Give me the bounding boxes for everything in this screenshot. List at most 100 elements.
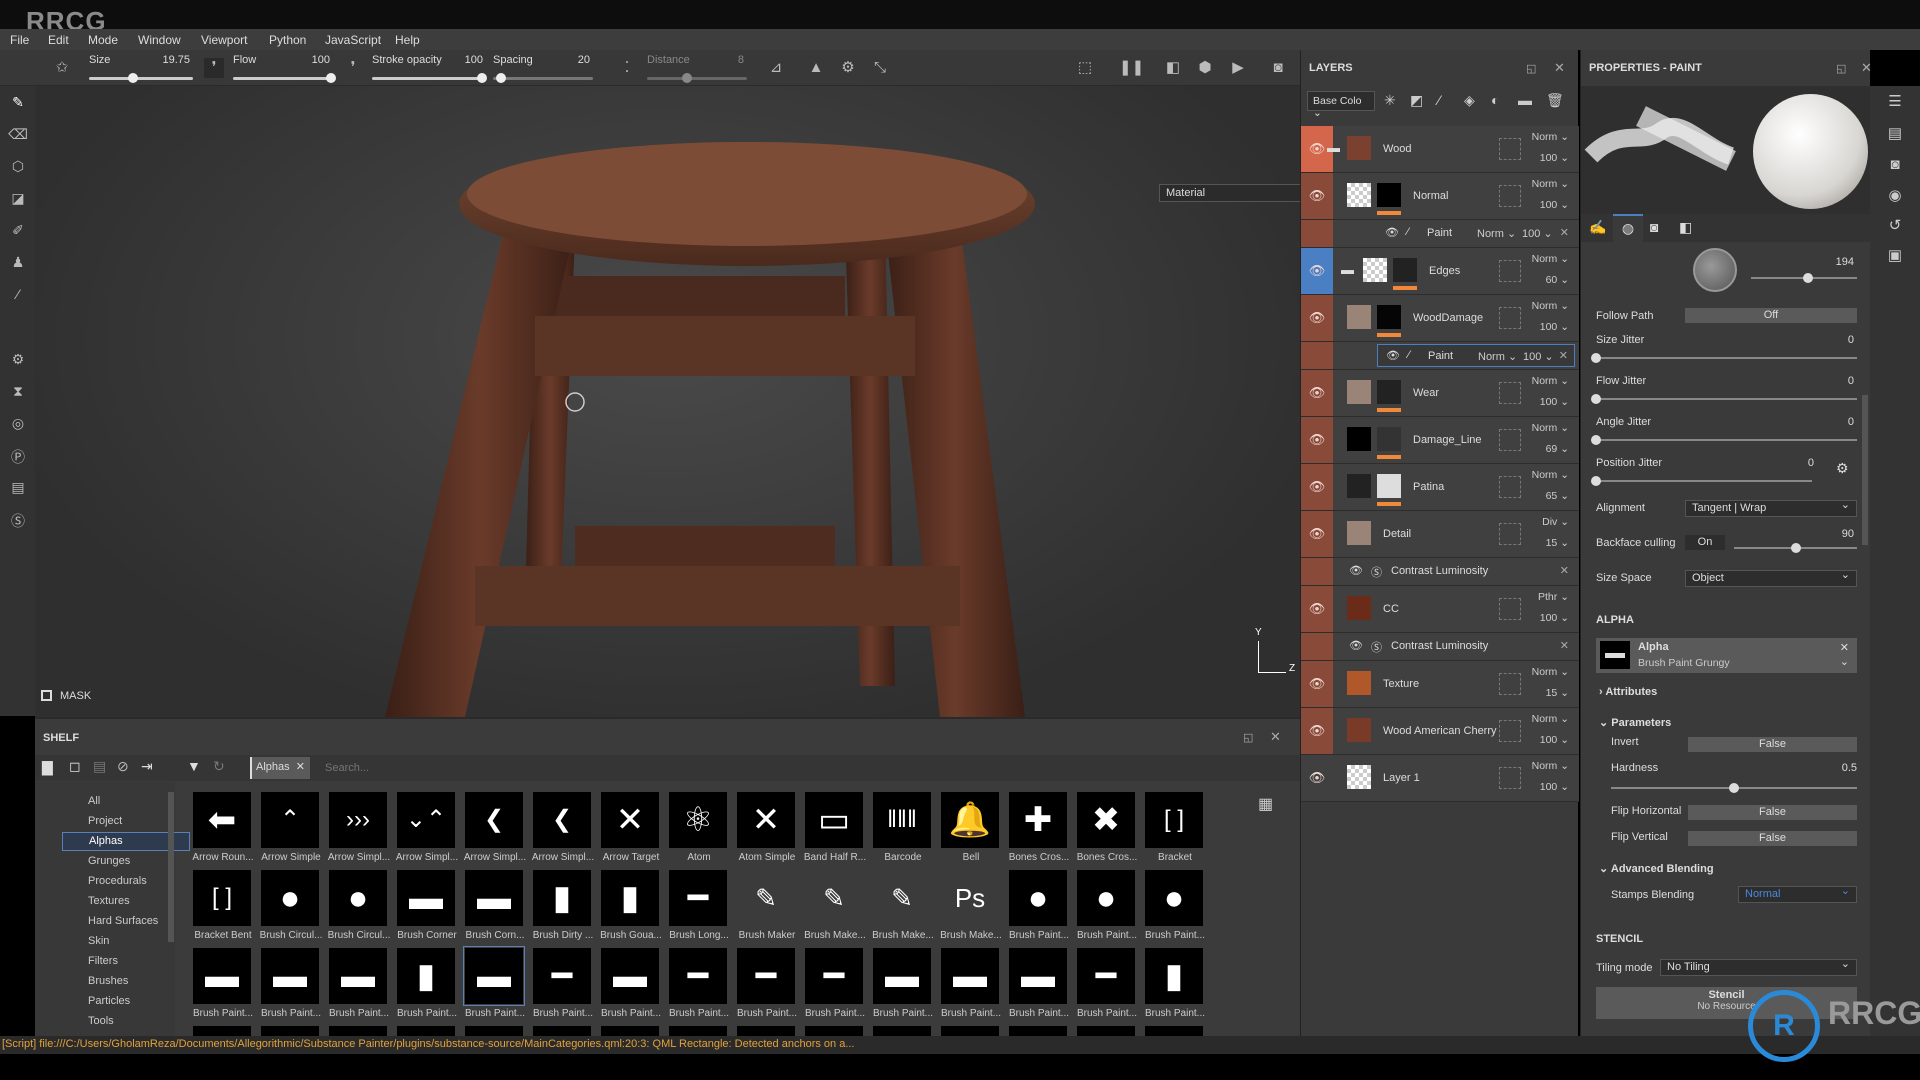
angle-slider[interactable]: [1751, 273, 1857, 283]
shelf-item[interactable]: ✎ Brush Maker: [734, 870, 800, 946]
layer-opacity-select[interactable]: 100 ⌄: [1540, 396, 1569, 408]
blend-mode-value[interactable]: Pthr: [1538, 591, 1557, 603]
shelf-item[interactable]: ━ Brush Paint...: [1074, 948, 1140, 1024]
shelf-item[interactable]: ● Brush Circul...: [326, 870, 392, 946]
backface-angle-knob[interactable]: [1790, 543, 1801, 553]
distance-slider-knob[interactable]: [682, 73, 692, 83]
size-jitter-slider[interactable]: [1591, 353, 1857, 363]
layer-opacity-value[interactable]: 100: [1540, 612, 1558, 624]
layer-effect-row[interactable]: 👁 Ⓢ Contrast Luminosity ✕: [1301, 558, 1579, 586]
properties-undock-icon[interactable]: ◱: [1836, 62, 1846, 75]
brush-preset-icon[interactable]: ✩: [52, 58, 72, 78]
angle-slider-knob[interactable]: [1803, 273, 1814, 283]
shelf-item[interactable]: ▮ Brush Paint...: [394, 948, 460, 1024]
tab-stencil-icon[interactable]: ◙: [1650, 219, 1658, 235]
parameters-section[interactable]: ⌄ Parameters: [1599, 716, 1671, 729]
add-mask-icon[interactable]: ◩: [1410, 92, 1423, 109]
shelf-item[interactable]: ⬅ Arrow Roun...: [190, 792, 256, 868]
blend-mode-value[interactable]: Div: [1542, 516, 1557, 528]
layers-undock-icon[interactable]: ◱: [1526, 62, 1536, 75]
projection-tool-icon[interactable]: ⬡: [8, 158, 28, 178]
shelf-item[interactable]: ▮ Brush Paint...: [1142, 948, 1208, 1024]
blend-mode-select[interactable]: Norm ⌄: [1532, 666, 1569, 678]
blend-mode-select[interactable]: Norm ⌄: [1532, 131, 1569, 143]
angle-jitter-value[interactable]: 0: [1814, 416, 1854, 428]
folder-icon[interactable]: ▬: [1327, 140, 1340, 155]
effect-visibility-eye-icon[interactable]: 👁: [1385, 226, 1399, 239]
substance-icon[interactable]: Ⓢ: [8, 511, 28, 531]
visibility-eye-icon[interactable]: 👁: [1301, 708, 1333, 754]
layer-row[interactable]: 👁 WoodDamage Norm ⌄ 100 ⌄: [1301, 295, 1579, 342]
shelf-item[interactable]: ━ Brush Paint...: [734, 948, 800, 1024]
layer-name[interactable]: Edges: [1429, 265, 1460, 277]
shelf-item[interactable]: ✖ Bones Cros...: [1074, 792, 1140, 868]
position-jitter-value[interactable]: 0: [1774, 457, 1814, 469]
shelf-item[interactable]: ● Brush Circul...: [258, 870, 324, 946]
layer-mask-thumbnail[interactable]: [1377, 183, 1401, 207]
layer-mask-thumbnail[interactable]: [1377, 305, 1401, 329]
effect-visibility-eye-icon[interactable]: 👁: [1386, 349, 1400, 362]
layer-row[interactable]: 👁 Patina Norm ⌄ 65 ⌄: [1301, 464, 1579, 511]
pause-icon[interactable]: ❚❚: [1119, 58, 1144, 78]
blend-mode-value[interactable]: Norm: [1532, 178, 1558, 190]
layer-mask-thumbnail[interactable]: [1377, 474, 1401, 498]
visibility-eye-icon[interactable]: 👁: [1301, 417, 1333, 463]
blend-mode-select[interactable]: Norm ⌄: [1532, 713, 1569, 725]
layer-opacity-select[interactable]: 100 ⌄: [1540, 734, 1569, 746]
menu-python[interactable]: Python: [269, 33, 306, 47]
size-jitter-knob[interactable]: [1591, 353, 1601, 363]
layer-mask-slot[interactable]: [1499, 720, 1521, 742]
save-icon[interactable]: ▤: [93, 758, 106, 775]
shelf-item[interactable]: ❮ Arrow Simpl...: [462, 792, 528, 868]
menu-mode[interactable]: Mode: [88, 33, 118, 47]
visibility-eye-icon[interactable]: 👁: [1301, 370, 1333, 416]
layer-opacity-select[interactable]: 65 ⌄: [1546, 490, 1569, 502]
layer-name[interactable]: Texture: [1383, 678, 1419, 690]
shelf-item[interactable]: Ps Brush Make...: [938, 870, 1004, 946]
layer-opacity-value[interactable]: 15: [1546, 687, 1558, 699]
position-jitter-knob[interactable]: [1591, 476, 1601, 486]
visibility-eye-icon[interactable]: 👁: [1301, 295, 1333, 341]
shelf-item[interactable]: ▭ Band Half R...: [802, 792, 868, 868]
blend-mode-select[interactable]: Norm ⌄: [1532, 422, 1569, 434]
menu-viewport[interactable]: Viewport: [201, 33, 247, 47]
shelf-item[interactable]: ▮ Brush Goua...: [598, 870, 664, 946]
layer-opacity-value[interactable]: 100: [1540, 734, 1558, 746]
symmetry-icon[interactable]: ⊿: [766, 58, 786, 78]
layer-opacity-value[interactable]: 100: [1540, 152, 1558, 164]
shelf-item[interactable]: ▬ Brush Paint...: [190, 948, 256, 1024]
eraser-tool-icon[interactable]: ⌫: [8, 126, 28, 146]
angle-jitter-knob[interactable]: [1591, 435, 1601, 445]
delete-layer-icon[interactable]: 🗑: [1546, 92, 1564, 109]
plugin-icon[interactable]: ◎: [8, 415, 28, 435]
add-effect-icon[interactable]: ✳: [1384, 92, 1396, 109]
menu-javascript[interactable]: JavaScript: [325, 33, 381, 47]
photoshop-export-icon[interactable]: Ⓟ: [8, 447, 28, 467]
layer-mask-thumbnail[interactable]: [1393, 258, 1417, 282]
layer-opacity-value[interactable]: 69: [1546, 443, 1558, 455]
document-icon[interactable]: ▤: [8, 479, 28, 499]
categories-scrollbar[interactable]: [168, 792, 174, 942]
layer-opacity-select[interactable]: 15 ⌄: [1546, 687, 1569, 699]
shelf-item[interactable]: ⌃ Arrow Simple: [258, 792, 324, 868]
layer-mask-slot[interactable]: [1499, 598, 1521, 620]
shelf-item[interactable]: ▬ Brush Corn...: [462, 870, 528, 946]
effect-item[interactable]: 👁 ⁄ Paint Norm ⌄ 100 ⌄ ✕: [1377, 344, 1575, 367]
layer-row[interactable]: 👁 ▬ Edges Norm ⌄ 60 ⌄: [1301, 248, 1579, 295]
layer-effect-row[interactable]: 👁 ⁄ Paint Norm ⌄ 100 ⌄ ✕: [1301, 342, 1579, 370]
transform-icon[interactable]: ⤡: [870, 58, 890, 78]
effect-visibility-eye-icon[interactable]: 👁: [1349, 639, 1363, 652]
layer-opacity-value[interactable]: 65: [1546, 490, 1558, 502]
frame-select-icon[interactable]: ⬚: [1075, 58, 1095, 78]
hardness-slider[interactable]: [1611, 783, 1857, 793]
shelf-item[interactable]: ▬ Brush Paint...: [1006, 948, 1072, 1024]
screenshot-icon[interactable]: ◙: [1268, 58, 1288, 78]
layer-opacity-value[interactable]: 100: [1540, 321, 1558, 333]
shelf-item[interactable]: ✎ Brush Make...: [802, 870, 868, 946]
layer-name[interactable]: Wear: [1413, 387, 1439, 399]
shelf-undock-icon[interactable]: ◱: [1243, 731, 1253, 744]
shelf-item[interactable]: [ ] Bracket Bent: [190, 870, 256, 946]
flow-slider[interactable]: [233, 73, 336, 83]
flip-horizontal-toggle[interactable]: False: [1688, 805, 1857, 820]
layer-row[interactable]: 👁 Normal Norm ⌄ 100 ⌄: [1301, 173, 1579, 220]
